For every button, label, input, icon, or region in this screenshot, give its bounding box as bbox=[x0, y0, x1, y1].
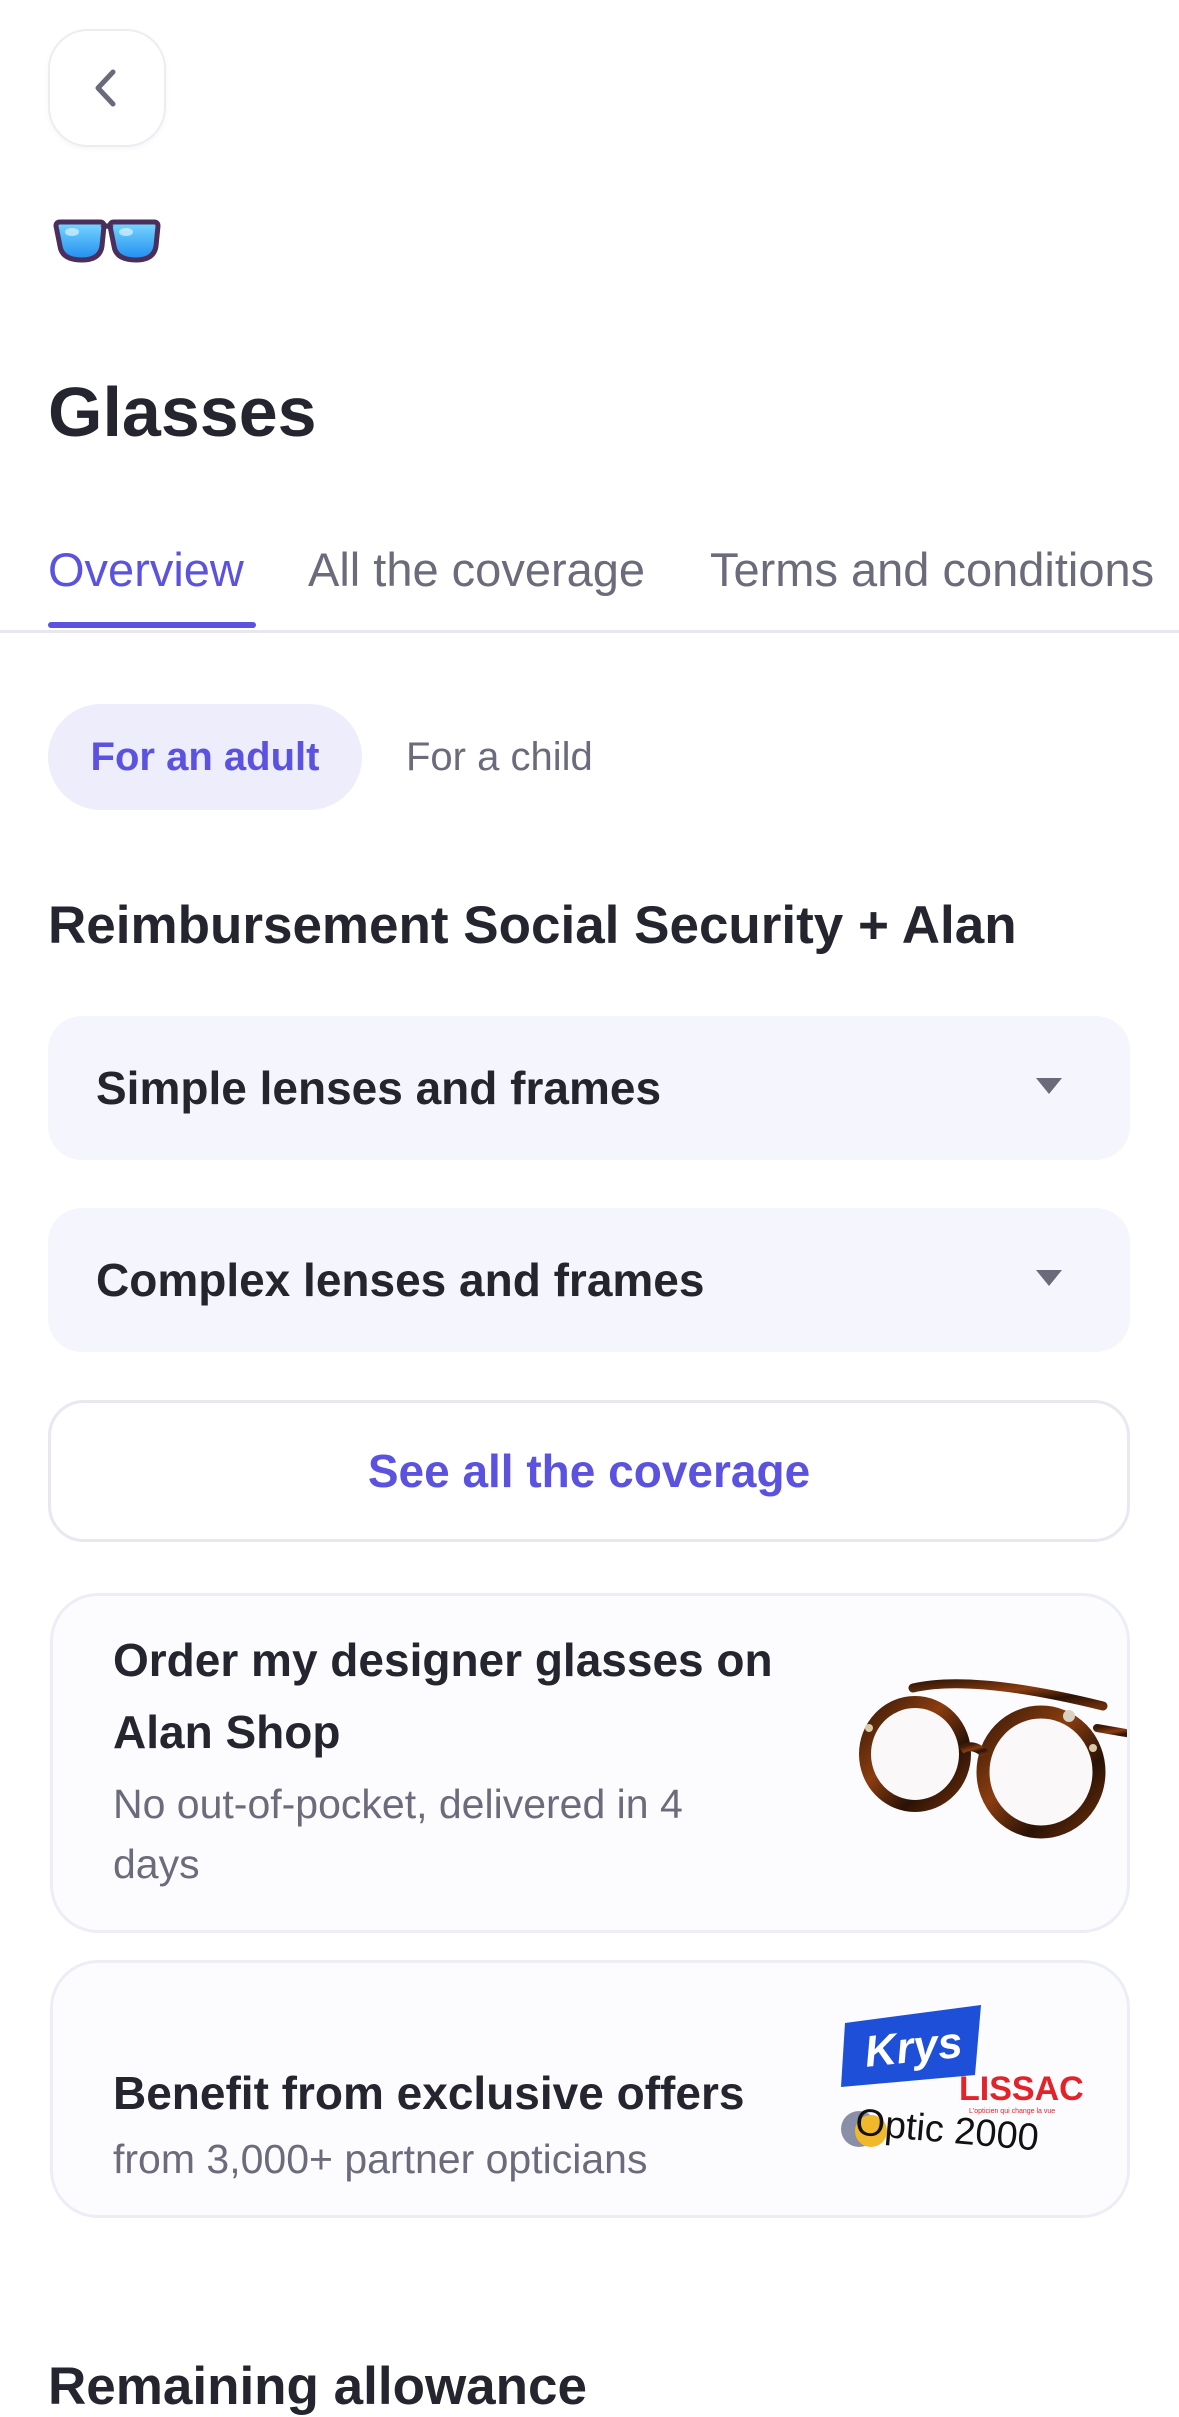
accordion-label: Simple lenses and frames bbox=[96, 1062, 662, 1114]
lissac-logo: LISSAC L'opticien qui change la vue bbox=[959, 2070, 1083, 2115]
shop-card-subtitle-line2: days bbox=[113, 1841, 200, 1887]
caret-down-icon bbox=[1036, 1270, 1062, 1286]
designer-glasses-image bbox=[859, 1679, 1127, 1839]
shop-card-title-line2: Alan Shop bbox=[113, 1706, 341, 1758]
partner-logos: Krys LISSAC L'opticien qui change la vue… bbox=[841, 2005, 1083, 2159]
offers-card-subtitle: from 3,000+ partner opticians bbox=[113, 2136, 648, 2182]
partner-opticians-card[interactable]: Benefit from exclusive offers from 3,000… bbox=[50, 1960, 1130, 2218]
back-button[interactable] bbox=[48, 29, 166, 147]
active-tab-indicator bbox=[48, 622, 256, 628]
glasses-icon bbox=[53, 219, 161, 263]
caret-down-icon bbox=[1036, 1078, 1062, 1094]
alan-shop-card[interactable]: Order my designer glasses on Alan Shop N… bbox=[50, 1593, 1130, 1933]
krys-logo-text: Krys bbox=[862, 2018, 964, 2077]
shop-card-subtitle-line1: No out-of-pocket, delivered in 4 bbox=[113, 1781, 683, 1827]
toggle-adult[interactable]: For an adult bbox=[48, 704, 362, 810]
tab-overview[interactable]: Overview bbox=[48, 530, 244, 610]
remaining-allowance-heading: Remaining allowance bbox=[48, 2357, 587, 2416]
chevron-left-icon bbox=[95, 69, 116, 107]
tab-all-coverage[interactable]: All the coverage bbox=[308, 530, 645, 610]
shop-card-title-line1: Order my designer glasses on bbox=[113, 1634, 773, 1686]
toggle-child[interactable]: For a child bbox=[406, 704, 593, 810]
accordion-complex-lenses[interactable]: Complex lenses and frames bbox=[48, 1208, 1130, 1352]
tab-bar: Overview All the coverage Terms and cond… bbox=[0, 530, 1179, 633]
section-title: Reimbursement Social Security + Alan bbox=[48, 896, 1017, 955]
tab-terms-and-conditions[interactable]: Terms and conditions bbox=[710, 530, 1154, 610]
see-all-coverage-button[interactable]: See all the coverage bbox=[48, 1400, 1130, 1542]
accordion-label: Complex lenses and frames bbox=[96, 1254, 705, 1306]
page-title: Glasses bbox=[48, 373, 317, 451]
accordion-simple-lenses[interactable]: Simple lenses and frames bbox=[48, 1016, 1130, 1160]
offers-card-title: Benefit from exclusive offers bbox=[113, 2067, 745, 2119]
lissac-logo-text: LISSAC bbox=[959, 2070, 1083, 2108]
